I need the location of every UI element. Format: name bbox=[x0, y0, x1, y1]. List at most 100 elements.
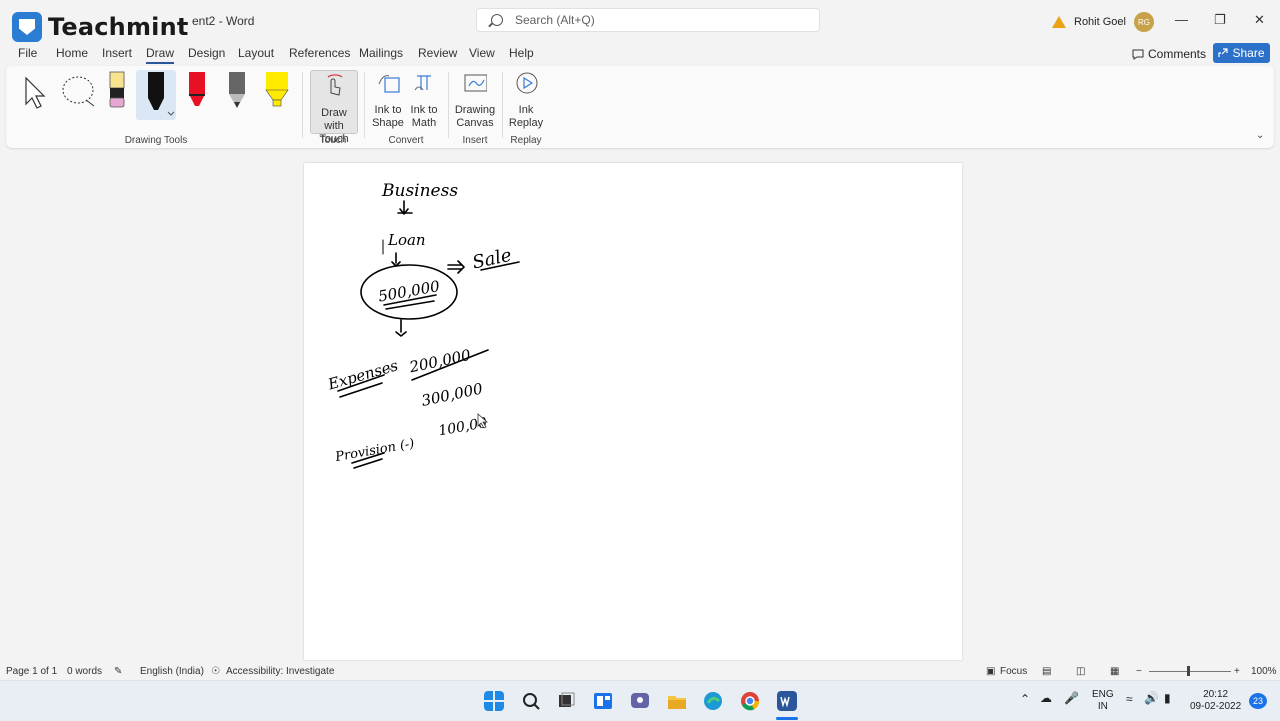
avatar[interactable]: RG bbox=[1133, 12, 1154, 32]
drawing-tools-group-label: Drawing Tools bbox=[124, 135, 188, 146]
zoom-in-icon[interactable]: + bbox=[1234, 666, 1240, 677]
teachmint-logo: Teachmint bbox=[12, 12, 189, 42]
ink-to-shape-label-1: Ink to bbox=[374, 104, 402, 116]
minimize-button[interactable]: — bbox=[1175, 12, 1188, 27]
battery-icon[interactable]: ▮ bbox=[1164, 692, 1171, 704]
print-layout-icon[interactable]: ◫ bbox=[1076, 666, 1085, 677]
tab-layout[interactable]: Layout bbox=[238, 46, 274, 60]
tab-help[interactable]: Help bbox=[509, 46, 534, 60]
ink-to-shape-icon bbox=[378, 75, 400, 93]
share-button[interactable]: Share bbox=[1213, 43, 1270, 63]
tab-references[interactable]: References bbox=[289, 46, 350, 60]
search-taskbar-icon[interactable] bbox=[521, 691, 541, 711]
lang-region: IN bbox=[1097, 701, 1108, 712]
pencil-gray-icon[interactable] bbox=[226, 70, 248, 112]
chrome-browser-icon[interactable] bbox=[740, 691, 760, 711]
collapse-ribbon-icon[interactable]: ⌄ bbox=[1256, 130, 1264, 141]
microphone-icon[interactable]: 🎤 bbox=[1064, 692, 1079, 704]
focus-icon[interactable]: ▣ bbox=[986, 666, 995, 677]
page-count[interactable]: Page 1 of 1 bbox=[6, 666, 57, 677]
proofing-icon[interactable]: ✎ bbox=[114, 666, 122, 677]
onedrive-icon[interactable]: ☁ bbox=[1040, 692, 1052, 704]
tab-file[interactable]: File bbox=[18, 46, 37, 60]
zoom-slider-thumb[interactable] bbox=[1187, 666, 1190, 676]
draw-with-touch-button[interactable]: Draw with Touch bbox=[310, 70, 358, 145]
accessibility-icon[interactable]: ☉ bbox=[211, 666, 220, 677]
zoom-out-icon[interactable]: − bbox=[1136, 666, 1142, 677]
word-count[interactable]: 0 words bbox=[67, 666, 102, 677]
tab-draw[interactable]: Draw bbox=[146, 46, 175, 64]
wifi-icon[interactable]: ≈ bbox=[1126, 693, 1133, 705]
status-bar: Page 1 of 1 0 words ✎ English (India) ☉ … bbox=[0, 662, 1280, 680]
replay-group-label: Replay bbox=[510, 135, 542, 146]
edge-browser-icon[interactable] bbox=[703, 691, 723, 711]
ink-replay-icon bbox=[516, 72, 538, 94]
volume-icon[interactable]: 🔊 bbox=[1144, 692, 1159, 704]
tab-mailings[interactable]: Mailings bbox=[359, 46, 403, 60]
notification-badge[interactable]: 23 bbox=[1249, 693, 1267, 709]
restore-button[interactable]: ❐ bbox=[1214, 12, 1226, 28]
ink-to-math-label-2: Math bbox=[411, 117, 437, 129]
clock[interactable]: 20:12 09-02-2022 bbox=[1190, 689, 1241, 713]
document-page[interactable] bbox=[304, 163, 962, 660]
clock-date: 09-02-2022 bbox=[1190, 701, 1242, 712]
focus-label[interactable]: Focus bbox=[1000, 666, 1027, 677]
windows-start-icon[interactable] bbox=[484, 691, 504, 711]
close-button[interactable]: ✕ bbox=[1254, 12, 1265, 28]
read-mode-icon[interactable]: ▤ bbox=[1042, 666, 1051, 677]
share-label: Share bbox=[1232, 46, 1265, 60]
select-pointer-icon[interactable] bbox=[22, 74, 50, 110]
draw-with-touch-label-1: Draw with bbox=[321, 107, 347, 132]
language-status[interactable]: English (India) bbox=[140, 666, 204, 677]
menu-bar: File Home Insert Draw Design Layout Refe… bbox=[0, 44, 1280, 64]
clock-time: 20:12 bbox=[1203, 689, 1229, 700]
pen-black-selected[interactable] bbox=[136, 70, 176, 120]
account-area[interactable]: Rohit Goel RG bbox=[1052, 12, 1154, 32]
teams-chat-icon[interactable] bbox=[630, 691, 650, 711]
task-view-icon[interactable] bbox=[556, 691, 576, 711]
highlighter-yellow-icon[interactable] bbox=[264, 70, 290, 112]
drawing-canvas-icon bbox=[464, 74, 488, 92]
accessibility-status[interactable]: Accessibility: Investigate bbox=[226, 666, 334, 677]
web-layout-icon[interactable]: ▦ bbox=[1110, 666, 1119, 677]
drawing-canvas-button[interactable]: Drawing Canvas bbox=[454, 70, 496, 130]
title-bar: Teachmint ent2 - Word Search (Alt+Q) Roh… bbox=[0, 0, 1280, 42]
warning-icon[interactable] bbox=[1052, 16, 1066, 28]
comments-label: Comments bbox=[1148, 47, 1207, 61]
show-hidden-icons-icon[interactable]: ⌃ bbox=[1020, 693, 1030, 705]
drawing-canvas-label-2: Canvas bbox=[456, 117, 494, 129]
zoom-level[interactable]: 100% bbox=[1251, 666, 1277, 677]
convert-group-label: Convert bbox=[388, 135, 424, 146]
touch-group-label: Touch bbox=[319, 135, 347, 146]
teachmint-logo-icon bbox=[12, 12, 42, 42]
ink-replay-label-1: Ink bbox=[518, 104, 534, 116]
document-title: ent2 - Word bbox=[192, 14, 255, 28]
eraser-icon[interactable] bbox=[106, 70, 128, 112]
tab-design[interactable]: Design bbox=[188, 46, 225, 60]
drawing-canvas-label-1: Drawing bbox=[454, 104, 496, 116]
user-name[interactable]: Rohit Goel bbox=[1074, 16, 1126, 28]
ribbon-separator bbox=[364, 72, 365, 138]
widgets-icon[interactable] bbox=[593, 691, 613, 711]
logo-text: Teachmint bbox=[48, 13, 189, 41]
taskbar: ⌃ ☁ 🎤 ENG IN ≈ 🔊 ▮ 20:12 09-02-2022 23 bbox=[0, 680, 1280, 721]
ink-to-shape-button[interactable]: Ink to Shape bbox=[370, 70, 406, 130]
search-box[interactable]: Search (Alt+Q) bbox=[476, 8, 820, 32]
input-language[interactable]: ENG IN bbox=[1092, 689, 1114, 713]
search-icon bbox=[491, 14, 503, 26]
pen-red-icon[interactable] bbox=[186, 70, 208, 112]
tab-review[interactable]: Review bbox=[418, 46, 457, 60]
tab-home[interactable]: Home bbox=[56, 46, 88, 60]
file-explorer-icon[interactable] bbox=[667, 691, 687, 711]
comments-button[interactable]: Comments bbox=[1126, 44, 1212, 64]
touch-hand-icon bbox=[327, 74, 343, 96]
tab-insert[interactable]: Insert bbox=[102, 46, 132, 60]
ribbon-separator bbox=[448, 72, 449, 138]
zoom-slider[interactable] bbox=[1149, 671, 1231, 672]
ink-replay-button[interactable]: Ink Replay bbox=[508, 70, 544, 130]
search-placeholder: Search (Alt+Q) bbox=[515, 13, 595, 27]
ink-to-math-button[interactable]: Ink to Math bbox=[406, 70, 442, 130]
tab-view[interactable]: View bbox=[469, 46, 495, 60]
lasso-select-icon[interactable] bbox=[60, 74, 100, 110]
word-app-icon[interactable] bbox=[777, 691, 797, 711]
